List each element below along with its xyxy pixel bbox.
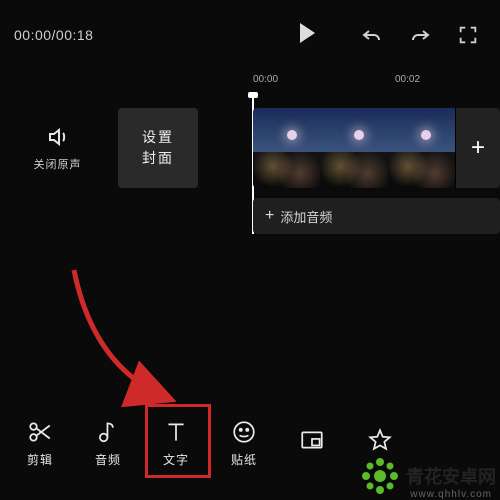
clip-thumbnail[interactable] (253, 108, 320, 188)
clip-thumbnail[interactable] (388, 108, 455, 188)
music-note-icon (95, 419, 121, 445)
star-icon (367, 427, 393, 453)
scissors-icon (27, 419, 53, 445)
watermark-name: 青花安卓网 (406, 463, 496, 489)
tool-effects[interactable] (346, 425, 414, 459)
fullscreen-icon (457, 24, 479, 46)
mute-label: 关闭原声 (20, 156, 95, 172)
mute-button[interactable] (45, 124, 71, 150)
timecode: 00:00/00:18 (14, 27, 260, 43)
cover-label-line: 封面 (142, 148, 174, 169)
play-icon (300, 23, 315, 43)
tool-text[interactable]: 文字 (142, 417, 210, 468)
tool-audio[interactable]: 音频 (74, 417, 142, 468)
plus-icon: + (265, 207, 274, 225)
video-track[interactable]: + (253, 108, 500, 188)
redo-icon (408, 23, 432, 47)
pip-icon (299, 427, 325, 453)
cover-label-line: 设置 (142, 127, 174, 148)
undo-icon (360, 23, 384, 47)
ruler-tick: 00:02 (395, 74, 420, 85)
tool-label: 文字 (142, 451, 210, 468)
undo-button[interactable] (354, 17, 390, 53)
tool-pip[interactable] (278, 425, 346, 459)
add-audio-label: 添加音频 (280, 207, 332, 226)
ruler-tick: 00:00 (253, 74, 278, 85)
timeline-ruler[interactable]: 00:00 00:02 (0, 70, 500, 94)
fullscreen-button[interactable] (450, 17, 486, 53)
text-icon (163, 419, 189, 445)
tool-sticker[interactable]: 贴纸 (210, 417, 278, 468)
sticker-icon (231, 419, 257, 445)
redo-button[interactable] (402, 17, 438, 53)
watermark-url: www.qhhlv.com (410, 489, 492, 500)
add-clip-button[interactable]: + (455, 108, 500, 188)
play-button[interactable] (272, 23, 342, 48)
volume-icon (46, 125, 70, 149)
clip-thumbnail[interactable] (320, 108, 387, 188)
watermark-logo-icon (360, 456, 400, 496)
add-audio-track[interactable]: + 添加音频 (253, 198, 500, 234)
tool-cut[interactable]: 剪辑 (6, 417, 74, 468)
set-cover-button[interactable]: 设置 封面 (118, 108, 198, 188)
tool-label: 贴纸 (210, 451, 278, 468)
tool-label: 音频 (74, 451, 142, 468)
tool-label: 剪辑 (6, 451, 74, 468)
